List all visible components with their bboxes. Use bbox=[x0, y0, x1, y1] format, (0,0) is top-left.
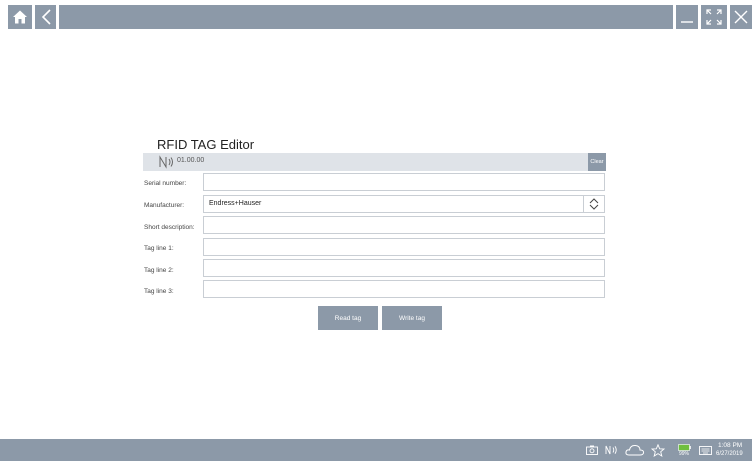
tag-version: 01.00.00 bbox=[177, 157, 205, 164]
read-tag-button[interactable]: Read tag bbox=[318, 306, 378, 330]
home-icon bbox=[13, 10, 27, 24]
nfc-tray-button[interactable] bbox=[603, 439, 621, 461]
back-icon bbox=[41, 9, 51, 25]
page-title: RFID TAG Editor bbox=[157, 137, 255, 152]
tag-line-3-label: Tag line 3: bbox=[144, 288, 174, 295]
tag-line-2-label: Tag line 2: bbox=[144, 267, 174, 274]
top-bar bbox=[0, 0, 752, 32]
nfc-icon bbox=[605, 445, 617, 455]
manufacturer-value: Endress+Hauser bbox=[209, 200, 262, 207]
close-button[interactable] bbox=[730, 5, 752, 29]
home-button[interactable] bbox=[8, 5, 32, 29]
battery-status[interactable]: 99% bbox=[674, 439, 694, 461]
chevron-up-down-icon bbox=[589, 198, 599, 210]
clear-button[interactable]: Clear bbox=[588, 153, 606, 171]
camera-tray-button[interactable] bbox=[584, 439, 600, 461]
tag-line-3-field[interactable] bbox=[203, 280, 605, 298]
nfc-icon bbox=[159, 155, 173, 169]
title-bar-fill bbox=[59, 5, 673, 29]
taskbar: 99% 1:08 PM 6/27/2019 bbox=[0, 439, 752, 461]
minimize-button[interactable] bbox=[676, 5, 698, 29]
tag-line-1-label: Tag line 1: bbox=[144, 245, 174, 252]
clock-date: 6/27/2019 bbox=[716, 451, 743, 457]
favorites-tray-button[interactable] bbox=[649, 439, 667, 461]
manufacturer-dropdown-toggle[interactable] bbox=[583, 196, 604, 212]
back-button[interactable] bbox=[35, 5, 56, 29]
tag-line-2-field[interactable] bbox=[203, 259, 605, 277]
write-tag-button[interactable]: Write tag bbox=[382, 306, 442, 330]
keyboard-tray-button[interactable] bbox=[697, 439, 713, 461]
tag-line-1-field[interactable] bbox=[203, 238, 605, 256]
battery-percent: 99% bbox=[678, 450, 689, 457]
short-description-label: Short description: bbox=[144, 224, 195, 231]
fullscreen-icon bbox=[706, 9, 722, 25]
short-description-field[interactable] bbox=[203, 216, 605, 234]
minimize-icon bbox=[681, 21, 693, 23]
cloud-tray-button[interactable] bbox=[624, 439, 646, 461]
manufacturer-select[interactable]: Endress+Hauser bbox=[203, 195, 605, 213]
manufacturer-label: Manufacturer: bbox=[144, 202, 185, 209]
star-icon bbox=[651, 443, 665, 457]
battery-icon bbox=[677, 443, 691, 451]
keyboard-icon bbox=[698, 445, 712, 455]
fullscreen-button[interactable] bbox=[701, 5, 727, 29]
serial-number-label: Serial number: bbox=[144, 180, 187, 187]
cloud-icon bbox=[625, 444, 645, 456]
serial-number-field[interactable] bbox=[203, 173, 605, 191]
clock-time: 1:08 PM bbox=[718, 442, 743, 449]
camera-icon bbox=[586, 445, 598, 455]
close-icon bbox=[734, 10, 748, 24]
tag-header-bar bbox=[143, 153, 606, 171]
